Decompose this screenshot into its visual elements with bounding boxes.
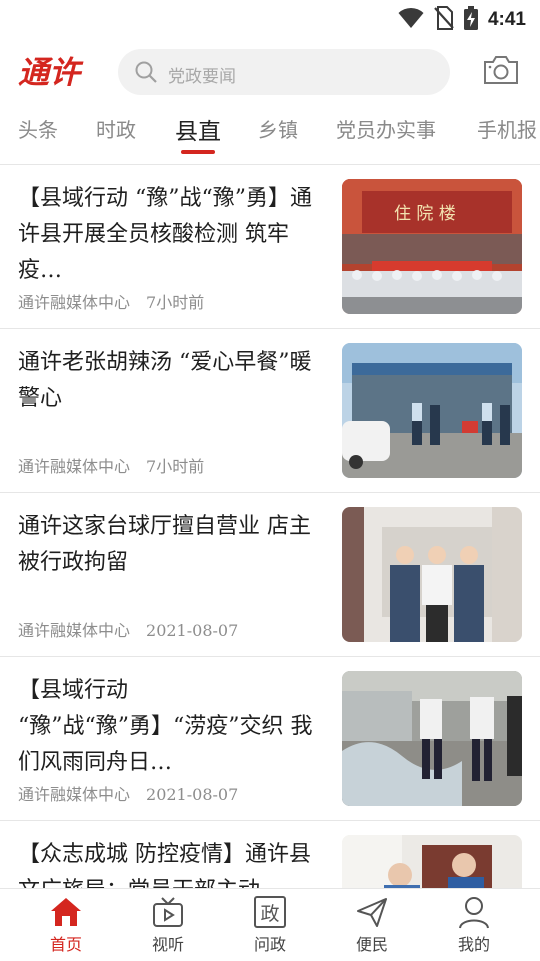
top-header: 通许 党政要闻: [0, 44, 540, 100]
nav-inquiry[interactable]: 政 问政: [230, 895, 310, 955]
nav-home[interactable]: 首页: [26, 895, 106, 955]
tab-headlines[interactable]: 头条: [18, 114, 58, 143]
news-source: 通许融媒体中心: [18, 621, 131, 640]
news-meta: 通许融媒体中心 2021-08-07: [18, 781, 238, 805]
nav-profile[interactable]: 我的: [434, 895, 514, 955]
news-source: 通许融媒体中心: [18, 293, 131, 312]
clock: 4:41: [487, 9, 526, 30]
news-title: 【县域行动 “豫”战“豫”勇】“涝疫”交织 我们风雨同舟日…: [18, 678, 313, 775]
news-title: 【县域行动 “豫”战“豫”勇】通许县开展全员核酸检测 筑牢疫…: [18, 186, 312, 283]
tab-towns[interactable]: 乡镇: [258, 114, 298, 143]
nav-inquiry-label: 问政: [253, 935, 286, 954]
app-logo-text: 通许: [18, 55, 84, 91]
nav-home-label: 首页: [49, 935, 82, 954]
status-icons: 4:41: [398, 6, 526, 34]
news-source: 通许融媒体中心: [18, 457, 131, 476]
news-source: 通许融媒体中心: [18, 785, 131, 804]
search-placeholder: 党政要闻: [168, 67, 236, 87]
search-bar[interactable]: 党政要闻: [118, 49, 450, 95]
news-item[interactable]: 通许这家台球厅擅自营业 店主被行政拘留 通许融媒体中心 2021-08-07: [0, 493, 540, 657]
news-item[interactable]: 【众志成城 防控疫情】通许县文广旅局：党员干部主动…: [0, 821, 540, 888]
news-thumbnail: [342, 507, 522, 642]
camera-icon: [482, 56, 520, 90]
person-icon: [434, 895, 514, 929]
news-meta: 通许融媒体中心 7小时前: [18, 453, 204, 477]
news-thumbnail: [342, 671, 522, 806]
news-thumbnail: [342, 343, 522, 478]
svg-text:政: 政: [260, 903, 279, 925]
news-item[interactable]: 通许老张胡辣汤 “爱心早餐”暖警心 通许融媒体中心 7小时前: [0, 329, 540, 493]
news-item[interactable]: 【县域行动 “豫”战“豫”勇】“涝疫”交织 我们风雨同舟日… 通许融媒体中心 20…: [0, 657, 540, 821]
no-sim-icon: [434, 6, 454, 34]
tab-politics[interactable]: 时政: [96, 114, 136, 143]
camera-button[interactable]: [482, 54, 520, 90]
search-icon: [134, 60, 158, 88]
status-bar: 4:41: [0, 0, 540, 36]
battery-charging-icon: [463, 6, 478, 34]
news-thumbnail: 住 院 楼: [342, 179, 522, 314]
tab-party-members[interactable]: 党员办实事: [336, 114, 436, 143]
thumb-building-sign: 住 院 楼: [394, 204, 456, 224]
tab-county[interactable]: 县直: [175, 112, 221, 146]
tv-icon: [128, 895, 208, 929]
news-thumbnail: [342, 835, 522, 888]
news-item[interactable]: 【县域行动 “豫”战“豫”勇】通许县开展全员核酸检测 筑牢疫… 通许融媒体中心 7…: [0, 165, 540, 329]
nav-video-label: 视听: [151, 935, 184, 954]
news-time: 2021-08-07: [146, 785, 239, 804]
news-title: 通许老张胡辣汤 “爱心早餐”暖警心: [18, 350, 312, 411]
news-title: 【众志成城 防控疫情】通许县文广旅局：党员干部主动…: [18, 842, 311, 888]
tab-mobile-paper[interactable]: 手机报: [477, 114, 537, 143]
app-logo[interactable]: 通许: [16, 50, 96, 92]
home-icon: [26, 895, 106, 929]
paper-plane-icon: [332, 895, 412, 929]
news-time: 7小时前: [146, 293, 205, 312]
nav-services[interactable]: 便民: [332, 895, 412, 955]
nav-profile-label: 我的: [457, 935, 490, 954]
wifi-icon: [398, 7, 424, 33]
zheng-icon: 政: [230, 895, 310, 929]
news-time: 2021-08-07: [146, 621, 239, 640]
news-meta: 通许融媒体中心 7小时前: [18, 289, 204, 313]
nav-services-label: 便民: [355, 935, 388, 954]
nav-video[interactable]: 视听: [128, 895, 208, 955]
news-feed[interactable]: 【县域行动 “豫”战“豫”勇】通许县开展全员核酸检测 筑牢疫… 通许融媒体中心 7…: [0, 165, 540, 888]
news-meta: 通许融媒体中心 2021-08-07: [18, 617, 238, 641]
category-tabs: 头条 时政 县直 乡镇 党员办实事 手机报: [0, 104, 540, 165]
active-tab-indicator: [181, 150, 215, 154]
news-time: 7小时前: [146, 457, 205, 476]
bottom-navigation: 首页 视听 政 问政 便民 我的: [0, 888, 540, 961]
news-title: 通许这家台球厅擅自营业 店主被行政拘留: [18, 514, 311, 575]
